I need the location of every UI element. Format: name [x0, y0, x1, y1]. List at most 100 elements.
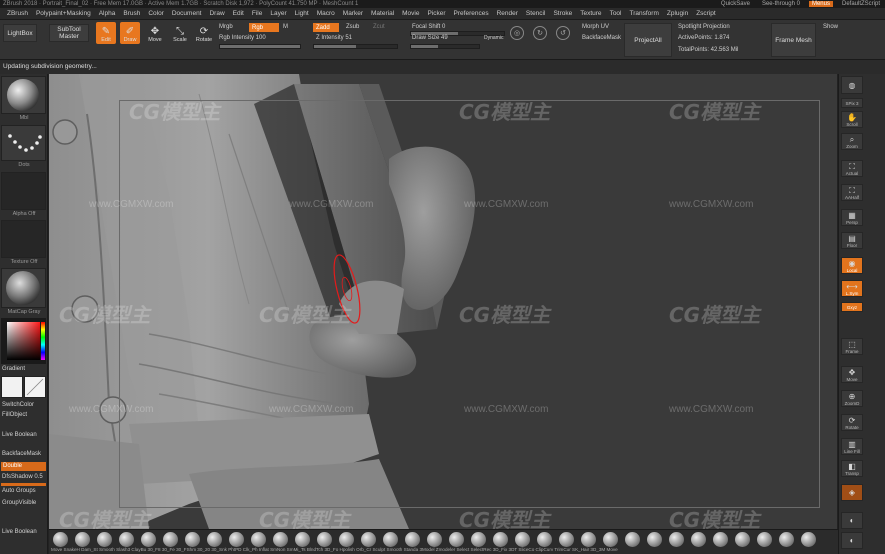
live-boolean-button[interactable]: Live Boolean	[2, 432, 37, 438]
brush-model-icon[interactable]	[559, 532, 574, 547]
brush-snake-icon[interactable]	[273, 532, 288, 547]
transp-button[interactable]: ◧ Transp	[841, 460, 863, 477]
gxyz-button[interactable]: Gxyz	[841, 302, 863, 312]
menu-file[interactable]: File	[248, 8, 266, 19]
morph-uv-button[interactable]: Morph UV	[582, 24, 609, 30]
matcap-picker[interactable]	[1, 268, 46, 308]
stroke-picker[interactable]	[1, 125, 46, 161]
zadd-toggle[interactable]: Zadd	[313, 23, 339, 32]
menu-color[interactable]: Color	[144, 8, 168, 19]
default-zscript-button[interactable]: DefaultZScript	[839, 1, 883, 7]
replay-last-rel-icon[interactable]: ↺	[556, 26, 570, 40]
brush-claybuildup-icon[interactable]	[163, 532, 178, 547]
brush-fix-icon[interactable]	[647, 532, 662, 547]
draw-mode-button[interactable]: ✐ Draw	[120, 22, 140, 44]
show-button[interactable]: Show	[823, 24, 838, 30]
menu-movie[interactable]: Movie	[398, 8, 423, 19]
dfs-shadow-slider[interactable]: DfsShadow 0.5	[2, 474, 43, 480]
move-mode-button[interactable]: ✥ Move	[145, 22, 165, 44]
menu-preferences[interactable]: Preferences	[450, 8, 493, 19]
material-picker[interactable]	[1, 76, 46, 114]
brush-snakehook-icon[interactable]	[75, 532, 90, 547]
project-all-button[interactable]: ProjectAll	[624, 23, 672, 57]
brush-smooth-icon[interactable]	[119, 532, 134, 547]
scale-mode-button[interactable]: ⤡ Scale	[170, 22, 190, 44]
brush-damstandard-icon[interactable]	[97, 532, 112, 547]
alpha-picker[interactable]	[1, 172, 46, 210]
brush-slicecurve-icon[interactable]	[691, 532, 706, 547]
lightbox-button[interactable]: LightBox	[3, 24, 37, 42]
menu-stroke[interactable]: Stroke	[549, 8, 576, 19]
live-boolean-bottom-button[interactable]: Live Boolean	[2, 529, 37, 535]
brush-fold-icon[interactable]	[229, 532, 244, 547]
brush-orb-icon[interactable]	[471, 532, 486, 547]
menu-material[interactable]: Material	[367, 8, 398, 19]
spotlight-projection-button[interactable]: Spotlight Projection	[678, 24, 730, 30]
color-picker[interactable]	[1, 318, 46, 364]
canvas-viewport[interactable]: CG模型主 CG模型主 CG模型主 www.CGMXW.com www.CGMX…	[49, 74, 837, 529]
menu-marker[interactable]: Marker	[339, 8, 367, 19]
menu-edit[interactable]: Edit	[229, 8, 248, 19]
replay-last-icon[interactable]: ↻	[533, 26, 547, 40]
menus-button[interactable]: Menus	[808, 1, 833, 7]
line-fill-button[interactable]: ▥ Line Fill	[841, 438, 863, 455]
brush-smooth2-icon[interactable]	[515, 532, 530, 547]
brush-blend-icon[interactable]	[405, 532, 420, 547]
texture-picker[interactable]	[1, 220, 46, 258]
menu-brush[interactable]: Brush	[119, 8, 144, 19]
bpr-render-button[interactable]: ◍	[841, 76, 863, 94]
quicksave-button[interactable]: QuickSave	[718, 1, 753, 7]
move-view-button[interactable]: ✥ Move	[841, 366, 863, 383]
menu-tool[interactable]: Tool	[606, 8, 626, 19]
zsub-toggle[interactable]: Zsub	[346, 24, 359, 30]
brush-3m-icon[interactable]	[779, 532, 794, 547]
brush-move-icon[interactable]	[53, 532, 68, 547]
menu-macro[interactable]: Macro	[313, 8, 339, 19]
local-symmetry-button[interactable]: ⟷ L.Sym	[841, 280, 863, 297]
floor-button[interactable]: ▤ Floor	[841, 232, 863, 249]
group-visible-button[interactable]: GroupVisible	[2, 500, 36, 506]
menu-stencil[interactable]: Stencil	[522, 8, 550, 19]
local-button[interactable]: ◉ Local	[841, 257, 863, 274]
brush-clip-icon[interactable]	[317, 532, 332, 547]
menu-texture[interactable]: Texture	[576, 8, 605, 19]
scroll-button[interactable]: ✋ Scroll	[841, 111, 863, 128]
subtool-master-button[interactable]: SubTool Master	[49, 24, 89, 42]
menu-light[interactable]: Light	[291, 8, 313, 19]
lazy-mouse-icon[interactable]: ◎	[510, 26, 524, 40]
dynamic-toggle[interactable]: Dynamic	[484, 35, 503, 41]
edit-mode-button[interactable]: ✎ Edit	[96, 22, 116, 44]
brush-inflate-icon[interactable]	[339, 532, 354, 547]
zoom3d-button[interactable]: ⊕ ZoomD	[841, 390, 863, 407]
aahalf-button[interactable]: ⛶ AAHalf	[841, 184, 863, 201]
z-intensity-slider[interactable]	[313, 44, 398, 49]
menu-zbrush[interactable]: ZBrush	[3, 8, 32, 19]
menu-transform[interactable]: Transform	[626, 8, 663, 19]
secondary-color-swatch[interactable]	[24, 376, 46, 398]
brush-pinch-icon[interactable]	[295, 532, 310, 547]
brush-selectrect-icon[interactable]	[625, 532, 640, 547]
menu-zscript[interactable]: Zscript	[692, 8, 720, 19]
brush-clipcurve-icon[interactable]	[713, 532, 728, 547]
brush-hpolish-icon[interactable]	[449, 532, 464, 547]
menu-layer[interactable]: Layer	[266, 8, 290, 19]
double-toggle[interactable]: Double	[1, 462, 46, 471]
spix-slider[interactable]: SPix 3	[841, 98, 863, 108]
frame-button[interactable]: ⬚ Frame	[841, 338, 863, 355]
brush-form-icon[interactable]	[427, 532, 442, 547]
backface-mask-button[interactable]: BackfaceMask	[582, 35, 621, 41]
see-through-slider[interactable]: See-through 0	[759, 1, 803, 7]
auto-groups-button[interactable]: Auto Groups	[2, 488, 36, 494]
menu-draw[interactable]: Draw	[205, 8, 228, 19]
rotate-mode-button[interactable]: ⟳ Rotate	[194, 22, 214, 44]
rgb-toggle[interactable]: Rgb	[249, 23, 279, 32]
frame-mesh-button[interactable]: Frame Mesh	[771, 23, 816, 57]
brush-standard2-icon[interactable]	[537, 532, 552, 547]
brush-2d-icon[interactable]	[251, 532, 266, 547]
dynamic-persp-button[interactable]: ◐	[841, 512, 863, 529]
menu-picker[interactable]: Picker	[423, 8, 449, 19]
brush-3d-icon[interactable]	[185, 532, 200, 547]
mrgb-toggle[interactable]: Mrgb	[219, 24, 233, 30]
menu-alpha[interactable]: Alpha	[95, 8, 120, 19]
zoom-button[interactable]: ⌕ Zoom	[841, 133, 863, 150]
